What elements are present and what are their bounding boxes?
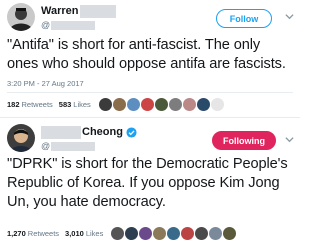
liker-avatar[interactable] [154, 97, 168, 111]
verified-badge-icon [126, 126, 137, 138]
liker-avatar[interactable] [140, 97, 154, 111]
liker-avatar[interactable] [153, 226, 167, 240]
liker-avatar[interactable] [112, 97, 126, 111]
handle-prefix: @ [41, 20, 51, 30]
liker-avatar[interactable] [195, 226, 209, 240]
redacted-name-block [41, 125, 81, 139]
liker-avatar[interactable] [181, 226, 195, 240]
redacted-handle-block [51, 141, 96, 151]
retweets-stat[interactable]: 182 Retweets [7, 100, 53, 109]
liker-avatar[interactable] [196, 97, 210, 111]
liker-avatar[interactable] [209, 226, 223, 240]
tweet-text: "Antifa" is short for anti-fascist. The … [7, 37, 286, 72]
avatar[interactable] [7, 124, 35, 152]
divider [7, 92, 293, 93]
display-name[interactable]: Cheong [82, 126, 123, 138]
liker-avatars [111, 226, 237, 240]
likes-count: 583 [58, 99, 72, 109]
retweets-count: 182 [7, 99, 20, 109]
redacted-handle-block [51, 20, 96, 30]
liker-avatar[interactable] [182, 97, 196, 111]
timestamp[interactable]: 3:20 PM - 27 Aug 2017 [7, 79, 84, 88]
likes-label: Likes [73, 99, 91, 109]
liker-avatar[interactable] [167, 226, 181, 240]
retweets-label: Retweets [21, 99, 53, 109]
tweet-stats: 1,270 Retweets 3,010 Likes [7, 225, 293, 241]
liker-avatar[interactable] [139, 226, 153, 240]
following-button[interactable]: Following [212, 131, 276, 150]
tweet-stats: 182 Retweets 583 Likes [7, 96, 293, 112]
liker-avatar[interactable] [125, 226, 139, 240]
likes-stat[interactable]: 583 Likes [59, 100, 91, 109]
display-name[interactable]: Warren [41, 5, 79, 17]
redacted-name-block [79, 4, 116, 18]
chevron-down-icon[interactable] [285, 135, 294, 144]
liker-avatar[interactable] [98, 97, 112, 111]
tweet-header: Warren @ Follow [7, 3, 294, 37]
likes-label: Likes [85, 228, 104, 238]
likes-stat[interactable]: 3,010 Likes [65, 229, 103, 238]
avatar[interactable] [7, 3, 35, 31]
tweet-text: "DPRK" is short for the Democratic Peopl… [7, 156, 288, 210]
likes-count: 3,010 [65, 228, 84, 238]
liker-avatars [98, 97, 225, 111]
retweets-count: 1,270 [7, 228, 26, 238]
liker-avatar[interactable] [168, 97, 182, 111]
liker-avatar[interactable] [111, 226, 125, 240]
follow-button[interactable]: Follow [216, 9, 272, 28]
tweet-1: Warren @ Follow "Antifa" is short for an… [0, 0, 300, 117]
chevron-down-icon[interactable] [285, 12, 294, 21]
tweet-2: Cheong @ Following "DPRK" is short for t… [0, 117, 300, 250]
retweets-stat[interactable]: 1,270 Retweets [7, 229, 59, 238]
author-names: Cheong @ [41, 124, 137, 152]
author-names: Warren @ [41, 3, 116, 31]
retweets-label: Retweets [27, 228, 60, 238]
liker-avatar[interactable] [223, 226, 237, 240]
tweet-header: Cheong @ Following [7, 124, 294, 158]
liker-avatar[interactable] [210, 97, 224, 111]
handle-prefix: @ [41, 141, 51, 151]
liker-avatar[interactable] [126, 97, 140, 111]
